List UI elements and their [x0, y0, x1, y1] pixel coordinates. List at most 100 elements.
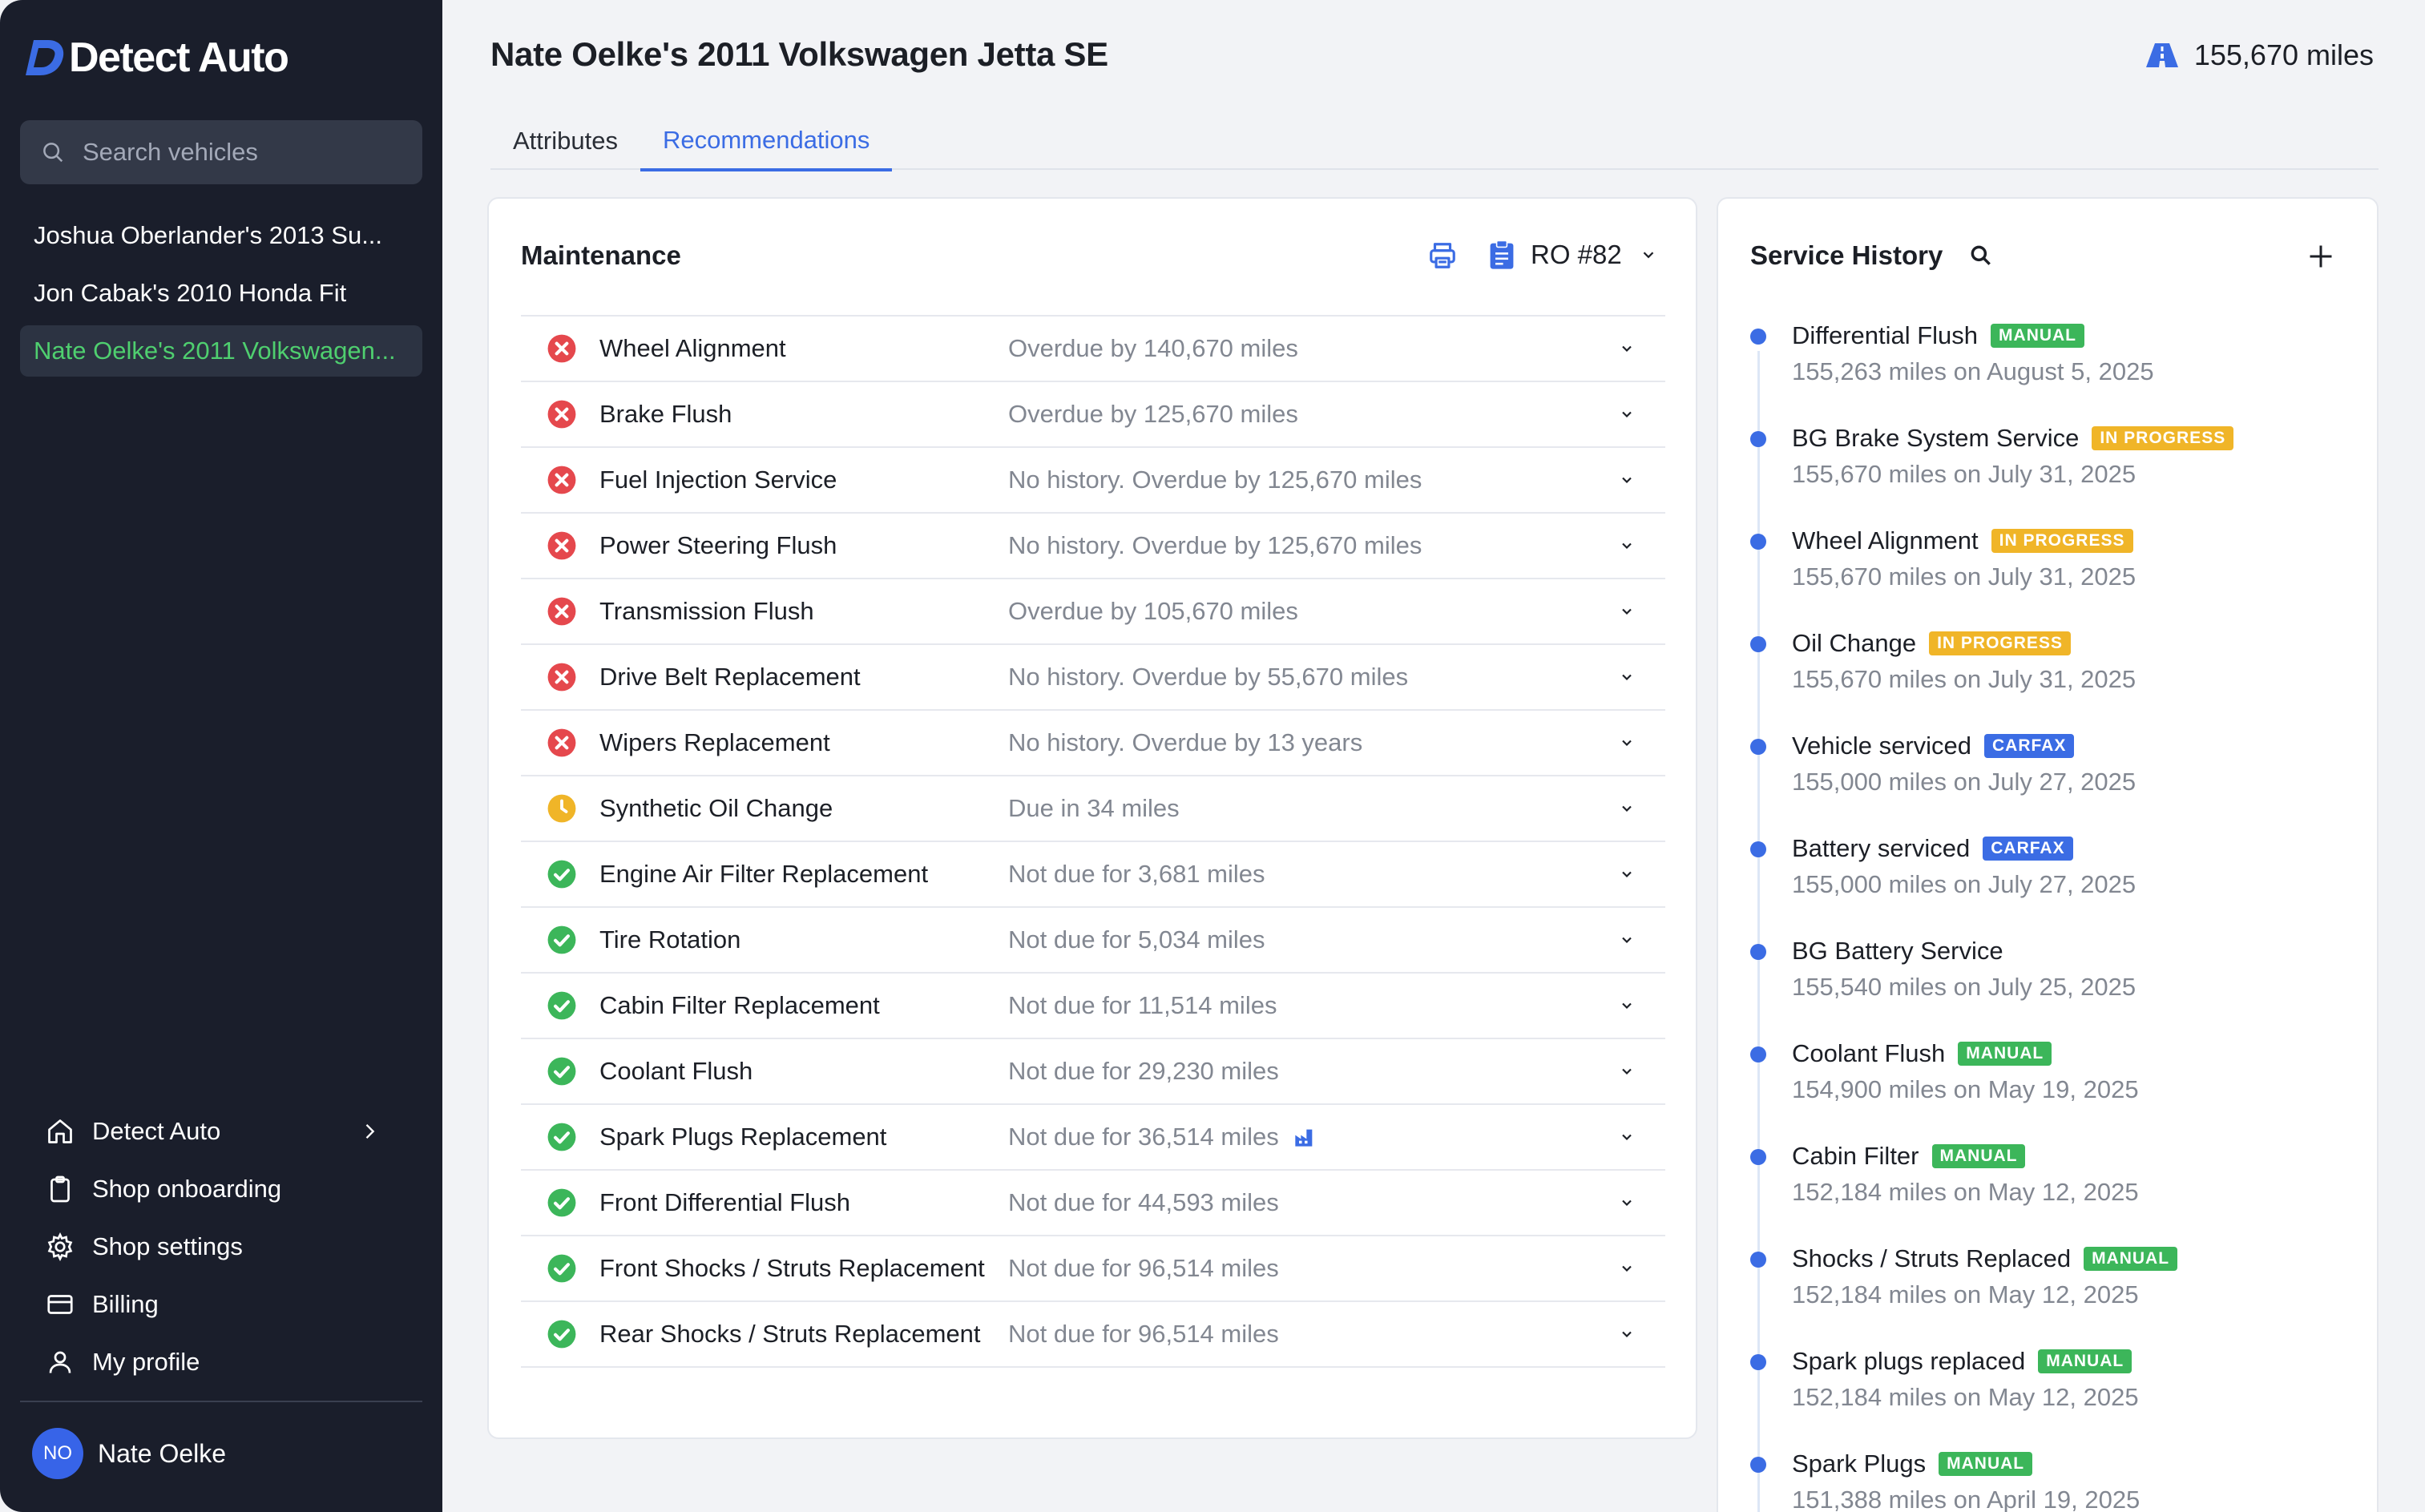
chevron-down-icon[interactable] [1619, 1260, 1635, 1276]
user-profile[interactable]: NO Nate Oelke [32, 1428, 226, 1479]
nav-detect-auto[interactable]: Detect Auto [20, 1103, 422, 1160]
ro-selector[interactable]: RO #82 [1489, 239, 1657, 271]
search-icon[interactable] [1968, 243, 1994, 268]
maintenance-row[interactable]: Wheel Alignment Overdue by 140,670 miles [521, 317, 1665, 382]
chevron-down-icon[interactable] [1619, 341, 1635, 357]
service-history-item[interactable]: Differential Flush MANUAL 155,263 miles on… [1750, 319, 2359, 421]
mileage-value: 155,670 miles [2193, 38, 2374, 71]
user-name: Nate Oelke [98, 1438, 227, 1468]
timeline-dot [1750, 534, 1766, 550]
chevron-right-icon [365, 1124, 375, 1139]
chevron-down-icon[interactable] [1619, 800, 1635, 816]
maintenance-desc: Overdue by 125,670 miles [1008, 400, 1298, 428]
chevron-down-icon[interactable] [1619, 406, 1635, 422]
service-history-item[interactable]: Battery serviced CARFAX 155,000 miles on J… [1750, 832, 2359, 934]
brand-logo[interactable]: Detect Auto [24, 34, 289, 82]
service-history-item[interactable]: Cabin Filter MANUAL 152,184 miles on May 1… [1750, 1139, 2359, 1242]
chevron-down-icon[interactable] [1619, 932, 1635, 948]
tab-recommendations[interactable]: Recommendations [640, 112, 893, 171]
service-history-item[interactable]: BG Battery Service 155,540 miles on July … [1750, 934, 2359, 1037]
search-input[interactable] [83, 138, 403, 167]
overdue-x-icon [547, 465, 577, 495]
maintenance-row[interactable]: Front Differential Flush Not due for 44,5… [521, 1171, 1665, 1236]
service-subtitle: 151,388 miles on April 19, 2025 [1792, 1486, 2141, 1512]
nav-shop-settings[interactable]: Shop settings [20, 1218, 422, 1276]
chevron-down-icon[interactable] [1619, 603, 1635, 619]
service-history-item[interactable]: Spark Plugs MANUAL 151,388 miles on April … [1750, 1447, 2359, 1512]
check-circle-icon [547, 1122, 577, 1152]
chevron-down-icon[interactable] [1619, 998, 1635, 1014]
maintenance-name: Transmission Flush [599, 597, 814, 625]
maintenance-row[interactable]: Brake Flush Overdue by 125,670 miles [521, 382, 1665, 448]
maintenance-row[interactable]: Front Shocks / Struts Replacement Not due… [521, 1236, 1665, 1302]
maintenance-row[interactable]: Fuel Injection Service No history. Overdu… [521, 448, 1665, 514]
search-icon [43, 143, 63, 163]
service-history-item[interactable]: Coolant Flush MANUAL 154,900 miles on May … [1750, 1037, 2359, 1139]
chevron-down-icon[interactable] [1619, 1326, 1635, 1342]
tab-attributes[interactable]: Attributes [490, 112, 640, 170]
status-badge: IN PROGRESS [1929, 631, 2071, 655]
maintenance-card: Maintenance RO #82 Wheel Alignment Overdu… [487, 197, 1697, 1439]
nav-label: Shop settings [92, 1232, 243, 1260]
printer-icon[interactable] [1426, 240, 1459, 271]
maintenance-name: Front Shocks / Struts Replacement [599, 1254, 985, 1282]
check-circle-icon [547, 1253, 577, 1284]
overdue-x-icon [547, 728, 577, 758]
nav-shop-onboarding[interactable]: Shop onboarding [20, 1160, 422, 1218]
chevron-down-icon[interactable] [1619, 1195, 1635, 1211]
status-badge: CARFAX [1983, 837, 2073, 861]
service-title-row: Cabin Filter MANUAL [1792, 1139, 2359, 1173]
maintenance-row[interactable]: Cabin Filter Replacement Not due for 11,5… [521, 974, 1665, 1039]
maintenance-row[interactable]: Rear Shocks / Struts Replacement Not due … [521, 1302, 1665, 1368]
status-badge: MANUAL [1939, 1452, 2033, 1476]
maintenance-row[interactable]: Engine Air Filter Replacement Not due for… [521, 842, 1665, 908]
chevron-down-icon[interactable] [1619, 866, 1635, 882]
vehicle-item-active[interactable]: Nate Oelke's 2011 Volkswagen... [20, 325, 422, 377]
maintenance-row[interactable]: Drive Belt Replacement No history. Overdu… [521, 645, 1665, 711]
service-title-row: Differential Flush MANUAL [1792, 319, 2359, 353]
maintenance-row[interactable]: Tire Rotation Not due for 5,034 miles [521, 908, 1665, 974]
maintenance-status-text: Due in 34 miles [1008, 794, 1180, 823]
maintenance-desc: No history. Overdue by 125,670 miles [1008, 466, 1422, 494]
maintenance-row[interactable]: Spark Plugs Replacement Not due for 36,51… [521, 1105, 1665, 1171]
chevron-down-icon[interactable] [1619, 472, 1635, 488]
service-history-card: Service History Differential Flush MANUAL… [1717, 197, 2379, 1512]
add-icon[interactable] [2306, 242, 2335, 271]
service-history-item[interactable]: Vehicle serviced CARFAX 155,000 miles on J… [1750, 729, 2359, 832]
overdue-x-icon [547, 530, 577, 561]
service-history-item[interactable]: Spark plugs replaced MANUAL 152,184 miles … [1750, 1345, 2359, 1447]
maintenance-status-text: Not due for 36,514 miles [1008, 1123, 1316, 1151]
nav-billing[interactable]: Billing [20, 1276, 422, 1333]
maintenance-row[interactable]: Wipers Replacement No history. Overdue by… [521, 711, 1665, 776]
vehicle-item[interactable]: Joshua Oberlander's 2013 Su... [20, 210, 422, 261]
chevron-down-icon[interactable] [1619, 735, 1635, 751]
maintenance-row[interactable]: Power Steering Flush No history. Overdue … [521, 514, 1665, 579]
chevron-down-icon[interactable] [1619, 1129, 1635, 1145]
service-title: Shocks / Struts Replaced [1792, 1244, 2072, 1272]
service-history-item[interactable]: Shocks / Struts Replaced MANUAL 152,184 mi… [1750, 1242, 2359, 1345]
search-vehicles[interactable] [20, 120, 422, 184]
service-title: Spark Plugs [1792, 1450, 1927, 1478]
page-title: Nate Oelke's 2011 Volkswagen Jetta SE [490, 35, 1108, 73]
maintenance-desc: Not due for 96,514 miles [1008, 1254, 1279, 1282]
vehicle-item[interactable]: Jon Cabak's 2010 Honda Fit [20, 268, 422, 319]
service-history-item[interactable]: BG Brake System Service IN PROGRESS 155,67… [1750, 421, 2359, 524]
maintenance-desc: Overdue by 140,670 miles [1008, 334, 1298, 362]
credit-card-icon [47, 1295, 73, 1314]
maintenance-desc: Due in 34 miles [1008, 794, 1180, 822]
maintenance-row[interactable]: Transmission Flush Overdue by 105,670 mil… [521, 579, 1665, 645]
nav-my-profile[interactable]: My profile [20, 1333, 422, 1391]
service-history-item[interactable]: Wheel Alignment IN PROGRESS 155,670 miles … [1750, 524, 2359, 627]
maintenance-list: Wheel Alignment Overdue by 140,670 miles B… [521, 315, 1665, 1368]
maintenance-status-text: Not due for 44,593 miles [1008, 1188, 1279, 1217]
service-history-item[interactable]: Oil Change IN PROGRESS 155,670 miles on Ju… [1750, 627, 2359, 729]
maintenance-row[interactable]: Coolant Flush Not due for 29,230 miles [521, 1039, 1665, 1105]
chevron-down-icon[interactable] [1619, 538, 1635, 554]
service-title-row: Spark plugs replaced MANUAL [1792, 1345, 2359, 1378]
chevron-down-icon[interactable] [1619, 669, 1635, 685]
maintenance-name: Spark Plugs Replacement [599, 1123, 887, 1151]
maintenance-row[interactable]: Synthetic Oil Change Due in 34 miles [521, 776, 1665, 842]
chevron-down-icon[interactable] [1619, 1063, 1635, 1079]
chevron-down-icon [1643, 252, 1654, 259]
status-badge: IN PROGRESS [2092, 426, 2234, 450]
